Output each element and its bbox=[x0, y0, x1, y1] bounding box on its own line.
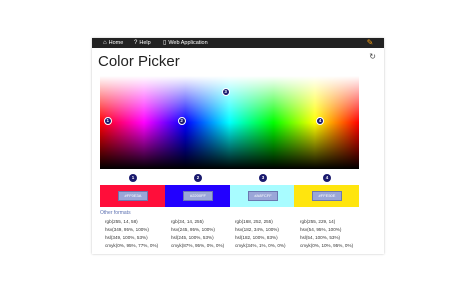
color-marker-4[interactable]: 4 bbox=[316, 116, 325, 125]
page-title: Color Picker bbox=[98, 53, 180, 70]
rgb-value: rgb(168, 252, 255) bbox=[235, 219, 273, 224]
color-marker-3[interactable]: 3 bbox=[221, 87, 230, 96]
nav-home[interactable]: ⌂ Home bbox=[103, 39, 123, 47]
hsl-value: hsl(349, 100%, 53%) bbox=[105, 235, 148, 240]
swatch-color: #FFE50E bbox=[294, 185, 359, 207]
formats-column-1: rgb(255, 14, 58) hsv(349, 95%, 100%) hsl… bbox=[105, 218, 171, 250]
color-spectrum[interactable]: 1 2 3 4 bbox=[100, 76, 359, 169]
swatch-number: 2 bbox=[194, 174, 202, 182]
swatch-color: #FF0E3A bbox=[100, 185, 165, 207]
hex-button[interactable]: #FFE50E bbox=[312, 191, 342, 201]
hsv-value: hsv(245, 95%, 100%) bbox=[171, 227, 215, 232]
rgb-value: rgb(255, 229, 14) bbox=[300, 219, 336, 224]
swatch-3: 3 #A8FCFF bbox=[230, 174, 295, 210]
hsl-value: hsl(54, 100%, 53%) bbox=[300, 235, 341, 240]
nav-web-application[interactable]: ▯ Web Application bbox=[163, 39, 208, 47]
swatch-number: 4 bbox=[323, 174, 331, 182]
other-formats-link[interactable]: Other formats bbox=[100, 210, 131, 216]
help-icon: ? bbox=[134, 40, 138, 46]
swatch-2: 2 #2200FF bbox=[165, 174, 230, 210]
nav-help-label: Help bbox=[139, 40, 151, 46]
hsl-value: hsl(245, 100%, 53%) bbox=[171, 235, 214, 240]
swatch-number: 1 bbox=[129, 174, 137, 182]
nav-web-label: Web Application bbox=[168, 40, 208, 46]
color-marker-1[interactable]: 1 bbox=[103, 116, 112, 125]
hsv-value: hsv(54, 95%, 100%) bbox=[300, 227, 342, 232]
formats-column-3: rgb(168, 252, 255) hsv(182, 34%, 100%) h… bbox=[235, 218, 301, 250]
swatch-color: #2200FF bbox=[165, 185, 230, 207]
cmyk-value: cmyk(0%, 95%, 77%, 0%) bbox=[105, 243, 159, 248]
swatch-number: 3 bbox=[259, 174, 267, 182]
cmyk-value: cmyk(87%, 95%, 0%, 0%) bbox=[171, 243, 225, 248]
app-logo-icon[interactable]: ✎ bbox=[366, 39, 374, 47]
swatch-color: #A8FCFF bbox=[230, 185, 295, 207]
app-window: ⌂ Home ? Help ▯ Web Application ✎ Color … bbox=[92, 38, 384, 254]
nav-home-label: Home bbox=[108, 40, 124, 46]
rgb-value: rgb(34, 14, 255) bbox=[171, 219, 204, 224]
swatch-1: 1 #FF0E3A bbox=[100, 174, 165, 210]
hex-button[interactable]: #A8FCFF bbox=[248, 191, 278, 201]
hex-button[interactable]: #FF0E3A bbox=[118, 191, 148, 201]
cmyk-value: cmyk(34%, 1%, 0%, 0%) bbox=[235, 243, 286, 248]
nav-help[interactable]: ? Help bbox=[134, 39, 151, 47]
hsv-value: hsv(349, 95%, 100%) bbox=[105, 227, 149, 232]
cmyk-value: cmyk(0%, 10%, 95%, 0%) bbox=[300, 243, 354, 248]
rgb-value: rgb(255, 14, 58) bbox=[105, 219, 138, 224]
color-marker-2[interactable]: 2 bbox=[177, 116, 186, 125]
home-icon: ⌂ bbox=[103, 40, 107, 46]
hsv-value: hsv(182, 34%, 100%) bbox=[235, 227, 279, 232]
formats-column-2: rgb(34, 14, 255) hsv(245, 95%, 100%) hsl… bbox=[171, 218, 237, 250]
formats-column-4: rgb(255, 229, 14) hsv(54, 95%, 100%) hsl… bbox=[300, 218, 366, 250]
refresh-icon[interactable]: ↻ bbox=[369, 52, 376, 61]
swatch-4: 4 #FFE50E bbox=[294, 174, 359, 210]
hex-button[interactable]: #2200FF bbox=[183, 191, 213, 201]
top-navbar: ⌂ Home ? Help ▯ Web Application ✎ bbox=[92, 38, 384, 48]
swatch-row: 1 #FF0E3A 2 #2200FF 3 #A8FCFF 4 #FFE50E bbox=[100, 174, 359, 210]
mobile-icon: ▯ bbox=[163, 40, 167, 46]
hsl-value: hsl(182, 100%, 83%) bbox=[235, 235, 278, 240]
